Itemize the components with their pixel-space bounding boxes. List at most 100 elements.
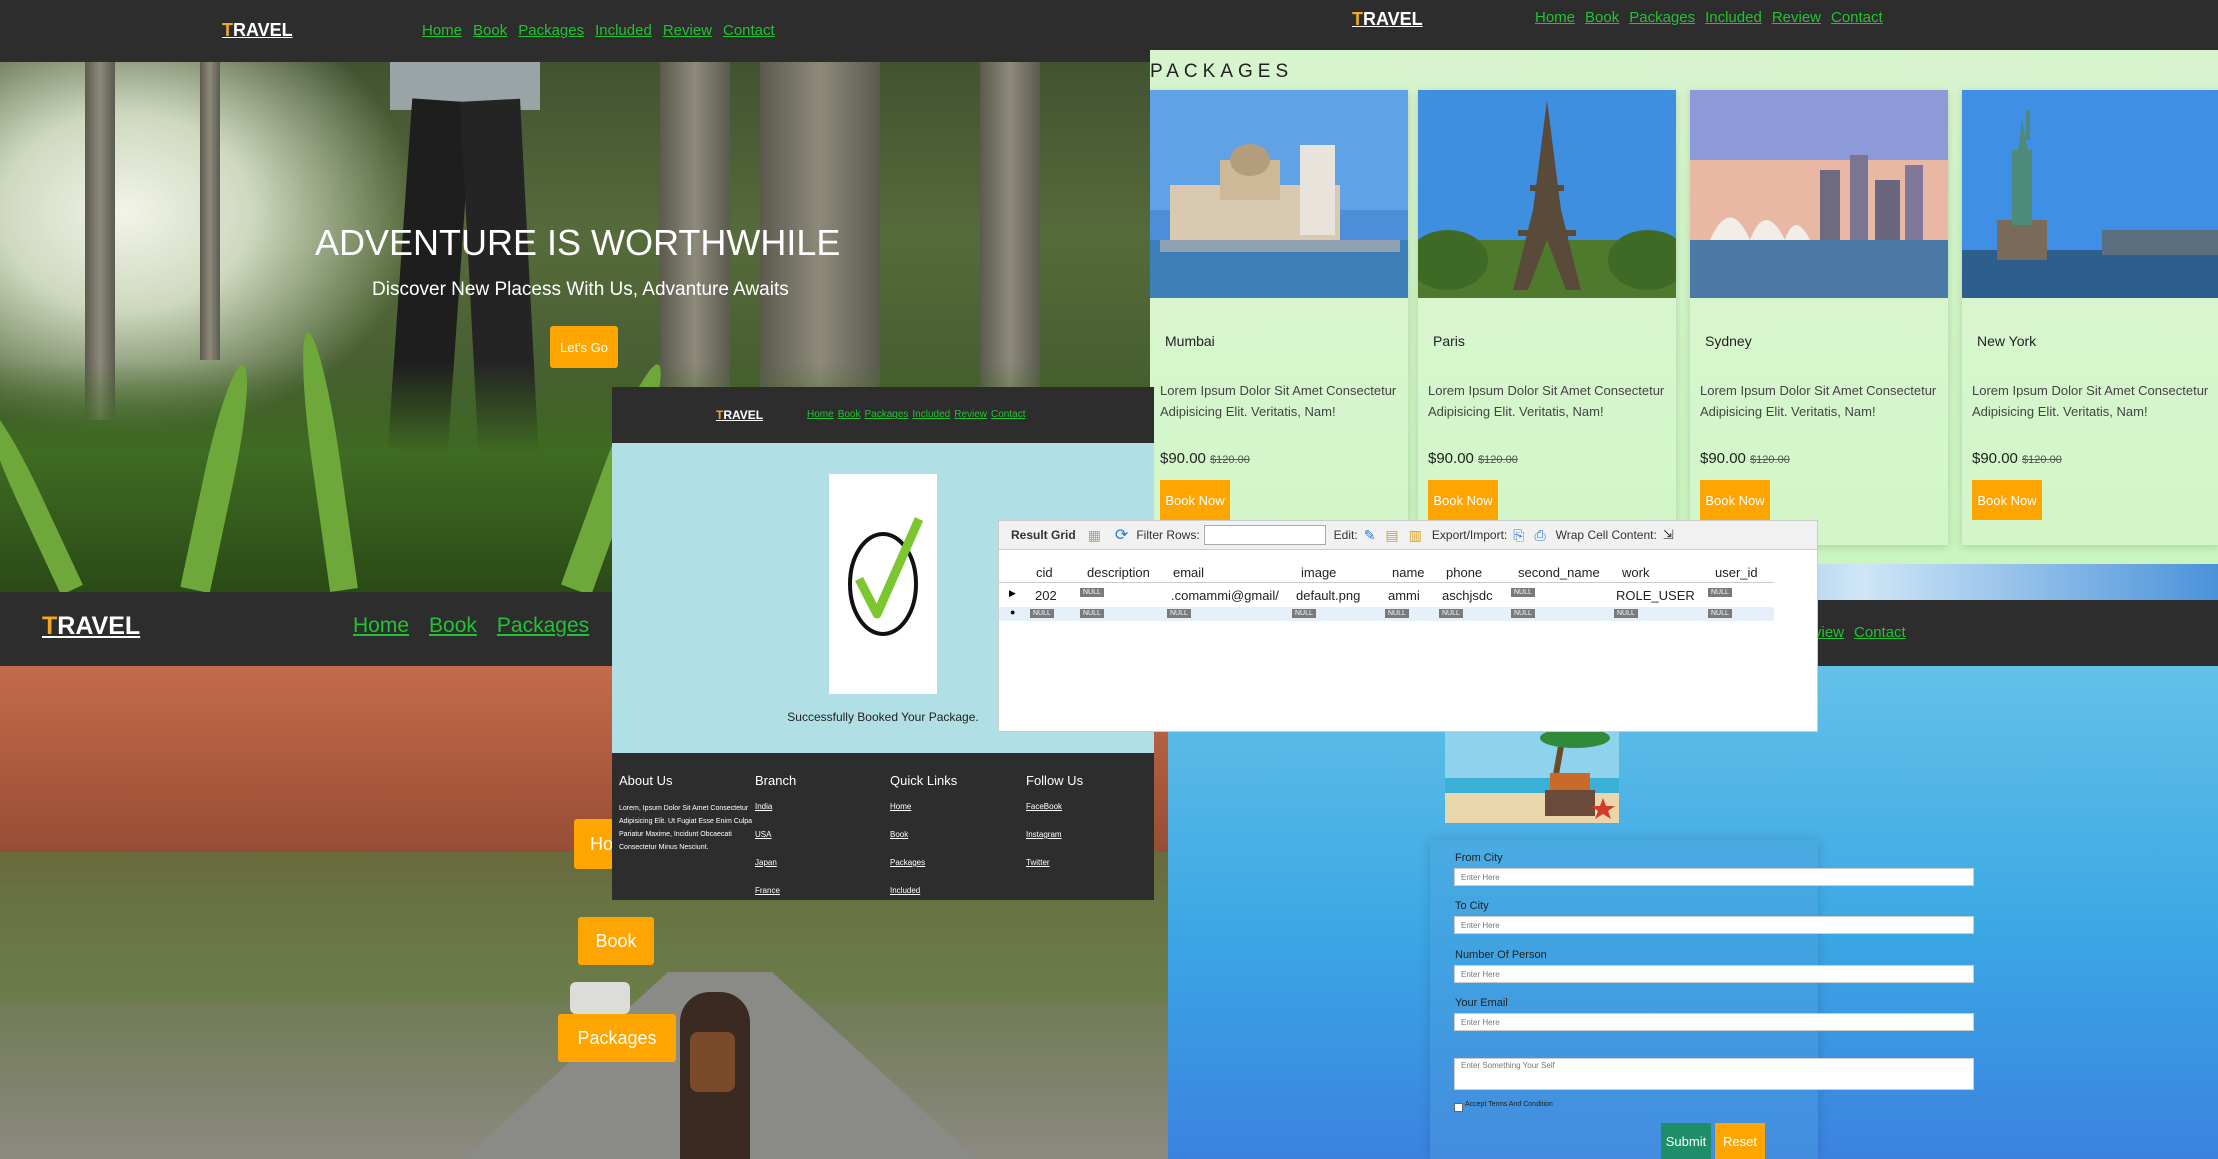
nav-home[interactable]: Home [807, 409, 834, 420]
logo[interactable]: TRAVEL [1352, 9, 1423, 30]
email-label: Your Email [1455, 997, 1508, 1009]
footer: About Us Lorem, Ipsum Dolor Sit Amet Con… [612, 753, 1154, 900]
message-textarea[interactable]: Enter Something Your Self [1454, 1058, 1974, 1090]
nav-contact[interactable]: Contact [723, 22, 775, 39]
book-now-button[interactable]: Book Now [1160, 480, 1230, 520]
branch-link[interactable]: India [755, 802, 796, 811]
nav-book[interactable]: Book [429, 614, 477, 638]
nav-contact[interactable]: Contact [1854, 624, 1906, 641]
nav-review[interactable]: view [1814, 624, 1844, 641]
branch-link[interactable]: France [755, 886, 796, 895]
social-link[interactable]: FaceBook [1026, 802, 1083, 811]
logo[interactable]: TRAVEL [42, 612, 140, 641]
cell-image[interactable]: default.png [1296, 588, 1360, 603]
nav-home[interactable]: Home [422, 22, 462, 39]
from-city-input[interactable]: Enter Here [1454, 868, 1974, 886]
card-city: New York [1977, 333, 2037, 349]
social-link[interactable]: Twitter [1026, 858, 1083, 867]
export-icon[interactable]: ⎘ [1513, 527, 1524, 544]
row-selector-icon[interactable]: ▶ [1009, 588, 1016, 599]
import-icon[interactable]: ⎙ [1534, 527, 1545, 544]
footer-branch-title: Branch [755, 773, 797, 788]
nav-home[interactable]: Home [353, 614, 409, 638]
car [570, 982, 630, 1014]
column-header[interactable]: image [1301, 565, 1336, 580]
price-current: $90.00 [1160, 450, 1206, 467]
nav-review[interactable]: Review [1772, 9, 1821, 26]
column-header[interactable]: phone [1446, 565, 1482, 580]
reset-button[interactable]: Reset [1715, 1123, 1765, 1159]
card-description: Lorem Ipsum Dolor Sit Amet Consectetur A… [1972, 383, 2209, 419]
tree-trunk [200, 60, 220, 360]
nav-links: Home Book Packages Included Review Conta… [422, 22, 775, 39]
nav-book[interactable]: Book [838, 409, 861, 420]
grid-view-icon[interactable]: ▦ [1088, 527, 1101, 544]
nav-contact[interactable]: Contact [991, 409, 1025, 420]
logo[interactable]: TRAVEL [716, 408, 763, 422]
price-current: $90.00 [1700, 450, 1746, 467]
delete-row-icon[interactable]: ▥ [1409, 527, 1422, 544]
footer-quick-links: Quick Links Home Book Packages Included [890, 773, 957, 900]
nav-contact[interactable]: Contact [1831, 9, 1883, 26]
book-now-button[interactable]: Book Now [1972, 480, 2042, 520]
nav-included[interactable]: Included [912, 409, 950, 420]
refresh-icon[interactable]: ⟳ [1115, 525, 1128, 545]
email-input[interactable]: Enter Here [1454, 1013, 1974, 1031]
quick-link[interactable]: Included [890, 886, 957, 895]
book-now-button[interactable]: Book Now [1700, 480, 1770, 520]
column-header[interactable]: user_id [1715, 565, 1758, 580]
quick-link[interactable]: Home [890, 802, 957, 811]
to-city-input[interactable]: Enter Here [1454, 916, 1974, 934]
packages-heading: PACKAGES [1150, 61, 1294, 82]
column-header[interactable]: work [1622, 565, 1649, 580]
cell-phone[interactable]: aschjsdc [1442, 588, 1493, 603]
branch-link[interactable]: USA [755, 830, 796, 839]
cell-email[interactable]: .comammi@gmail/ [1171, 588, 1279, 603]
column-header[interactable]: name [1392, 565, 1425, 580]
edit-row-icon[interactable]: ✎ [1364, 527, 1376, 544]
hero-subtitle: Discover New Placess With Us, Advanture … [372, 279, 789, 300]
filter-rows-input[interactable] [1203, 525, 1326, 545]
quick-link[interactable]: Book [890, 830, 957, 839]
cell-name[interactable]: ammi [1388, 588, 1420, 603]
card-city: Sydney [1705, 333, 1752, 349]
branch-link[interactable]: Japan [755, 858, 796, 867]
nav-packages[interactable]: Packages [497, 614, 589, 638]
lets-go-button[interactable]: Let's Go [550, 326, 618, 368]
null-badge: NULL [1292, 609, 1316, 618]
nav-included[interactable]: Included [595, 22, 652, 39]
column-header[interactable]: email [1173, 565, 1204, 580]
new-york-image [1962, 90, 2218, 298]
column-header[interactable]: cid [1036, 565, 1053, 580]
nav-packages[interactable]: Packages [518, 22, 584, 39]
nav-review[interactable]: Review [954, 409, 987, 420]
column-header[interactable]: description [1087, 565, 1150, 580]
card-price: $90.00 $120.00 [1160, 450, 1250, 467]
nav-review[interactable]: Review [663, 22, 712, 39]
quick-link[interactable]: Packages [890, 858, 957, 867]
nav-book[interactable]: Book [1585, 9, 1619, 26]
submit-button[interactable]: Submit [1661, 1123, 1711, 1159]
add-row-icon[interactable]: ▤ [1385, 527, 1398, 544]
nav-packages[interactable]: Packages [864, 409, 908, 420]
cell-cid[interactable]: 202 [1035, 588, 1057, 603]
terms-checkbox[interactable] [1454, 1103, 1463, 1112]
nav-links: Home Book Packages Included Review Conta… [1535, 9, 1883, 26]
persons-input[interactable]: Enter Here [1454, 965, 1974, 983]
book-button[interactable]: Book [578, 917, 654, 965]
grid-toolbar: Result Grid ▦ ⟳ Filter Rows: Edit: ✎ ▤ ▥… [999, 521, 1817, 550]
book-now-button[interactable]: Book Now [1428, 480, 1498, 520]
nav-book[interactable]: Book [473, 22, 507, 39]
nav-included[interactable]: Included [1705, 9, 1762, 26]
cell-work[interactable]: ROLE_USER [1616, 588, 1695, 603]
backpack [690, 1032, 735, 1092]
nav-home[interactable]: Home [1535, 9, 1575, 26]
packages-button[interactable]: Packages [558, 1014, 676, 1062]
social-link[interactable]: Instagram [1026, 830, 1083, 839]
nav-packages[interactable]: Packages [1629, 9, 1695, 26]
logo[interactable]: TRAVEL [222, 20, 293, 41]
column-header[interactable]: second_name [1518, 565, 1600, 580]
home-button[interactable]: Ho [574, 819, 614, 869]
wrap-cell-icon[interactable]: ⇲ [1663, 527, 1674, 543]
card-city: Mumbai [1165, 333, 1215, 349]
